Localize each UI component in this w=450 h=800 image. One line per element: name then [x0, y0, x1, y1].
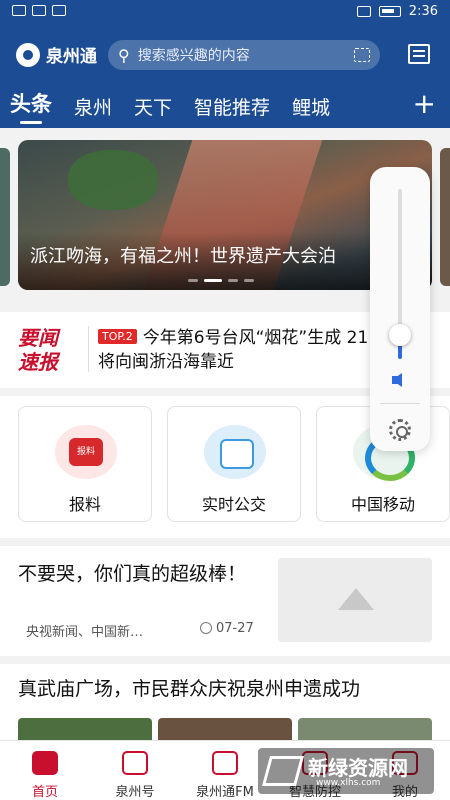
home-icon: [32, 751, 58, 775]
status-time: 2:36: [408, 4, 438, 19]
scan-icon[interactable]: [354, 48, 370, 62]
nav-quanzhou-hao[interactable]: 泉州号: [90, 741, 180, 800]
divider: [88, 326, 89, 372]
radio-icon: [212, 751, 238, 775]
news-flash-text: 今年第6号台风“烟花”生成 21日后将向闽浙沿海靠近: [98, 328, 403, 372]
nav-fm[interactable]: 泉州通FM: [180, 741, 270, 800]
tab-recommend[interactable]: 智能推荐: [194, 93, 270, 120]
top-badge: TOP.2: [98, 329, 137, 344]
divider: [380, 403, 420, 404]
shortcut-label: 报料: [68, 495, 101, 514]
signal-icon: [12, 5, 26, 16]
shortcut-bus[interactable]: 实时公交: [167, 406, 301, 522]
article-icon: [122, 751, 148, 775]
article-card[interactable]: 不要哭，你们真的超级棒！ 央视新闻、中国新… 07-27: [0, 546, 450, 656]
watermark: 新绿资源网 www.xlhs.com: [258, 748, 434, 794]
tab-headlines[interactable]: 头条: [10, 88, 52, 124]
banner-title: 派江吻海，有福之州！世界遗产大会泊: [30, 246, 336, 267]
shortcut-label: 实时公交: [201, 495, 266, 514]
carousel-dot: [244, 279, 254, 282]
carousel-dot: [188, 279, 198, 282]
mute-icon: [356, 6, 371, 17]
newspaper-icon[interactable]: [408, 44, 430, 64]
article-thumbnail: [278, 558, 432, 642]
battery-icon: [378, 6, 401, 17]
speaker-icon[interactable]: [392, 373, 402, 387]
article-date: 07-27: [216, 621, 254, 636]
app-name: 泉州通: [46, 47, 97, 67]
search-icon: ⚲: [118, 45, 130, 65]
tab-world[interactable]: 天下: [134, 93, 172, 120]
app-logo[interactable]: 泉州通: [16, 42, 97, 67]
banner-image-trees: [68, 150, 158, 210]
volume-panel: [370, 167, 430, 451]
article-image: [18, 718, 152, 740]
logo-icon: [16, 42, 40, 67]
carousel-indicator: [188, 279, 254, 282]
article-image: [298, 718, 432, 740]
search-placeholder: 搜索感兴趣的内容: [137, 48, 250, 64]
gear-icon[interactable]: [389, 419, 411, 441]
prev-slide-peek[interactable]: [0, 148, 10, 286]
watermark-url: www.xlhs.com: [316, 778, 381, 788]
next-slide-peek[interactable]: [440, 148, 450, 286]
watermark-logo: [261, 756, 305, 786]
tab-quanzhou[interactable]: 泉州: [74, 93, 112, 120]
shortcut-baoliao[interactable]: 报料: [18, 406, 152, 522]
status-bar: 2:36: [0, 0, 450, 26]
app-bar: 泉州通 ⚲ 搜索感兴趣的内容: [0, 36, 450, 76]
article-source: 央视新闻、中国新…: [26, 625, 144, 640]
bus-icon: [204, 425, 266, 479]
shortcut-label: 中国移动: [350, 495, 415, 514]
channel-tabs: 头条 泉州 天下 智能推荐 鲤城 +: [0, 86, 450, 126]
nav-label: 泉州通FM: [196, 785, 254, 800]
nav-label: 首页: [31, 785, 58, 800]
watermark-title: 新绿资源网: [308, 756, 408, 780]
article-card[interactable]: 真武庙广场，市民群众庆祝泉州申遗成功: [0, 664, 450, 740]
tab-licheng[interactable]: 鲤城: [292, 93, 330, 120]
search-bar[interactable]: ⚲ 搜索感兴趣的内容: [108, 40, 380, 70]
carousel-dot: [228, 279, 238, 282]
article-headline: 真武庙广场，市民群众庆祝泉州申遗成功: [18, 678, 361, 700]
app-screen: 2:36 泉州通 ⚲ 搜索感兴趣的内容 头条 泉州 天下 智能推荐 鲤城 + 派…: [0, 0, 450, 800]
carousel-dot-active: [204, 279, 222, 282]
volume-knob[interactable]: [389, 324, 411, 346]
nav-home[interactable]: 首页: [0, 741, 90, 800]
article-image: [158, 718, 292, 740]
wifi-icon: [32, 5, 46, 16]
notification-icon: [52, 5, 66, 16]
baoliao-icon: [55, 425, 117, 479]
add-channel-button[interactable]: +: [413, 87, 436, 121]
clock-icon: [200, 622, 212, 634]
news-flash-logo: 要闻速报: [18, 326, 58, 374]
article-headline: 不要哭，你们真的超级棒！: [18, 563, 247, 585]
nav-label: 泉州号: [115, 785, 155, 800]
